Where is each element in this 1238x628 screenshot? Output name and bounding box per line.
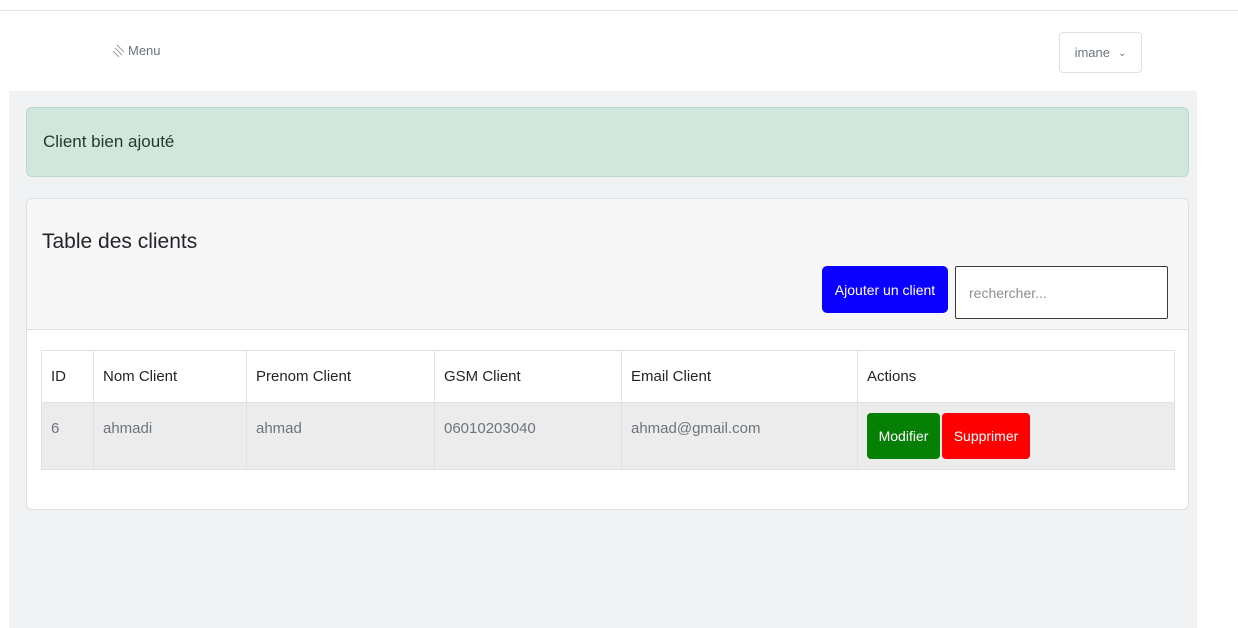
table-row: 6 ahmadi ahmad 06010203040 ahmad@gmail.c… [41,402,1175,470]
column-header-actions: Actions [857,350,1175,403]
cell-prenom: ahmad [246,402,435,470]
clients-table: ID Nom Client Prenom Client GSM Client E… [41,350,1175,470]
user-dropdown[interactable]: imane ⌄ [1059,32,1142,73]
user-name: imane [1074,45,1111,60]
clients-card: Table des clients Ajouter un client ID N… [26,198,1189,510]
alert-message: Client bien ajouté [43,132,175,151]
cell-gsm: 06010203040 [434,402,622,470]
menu-label: Menu [128,43,161,58]
search-input[interactable] [955,266,1168,319]
cell-id: 6 [41,402,94,470]
cell-actions: Modifier Supprimer [857,402,1175,470]
menu-toggle-button[interactable]: Menu [112,43,161,58]
card-header: Table des clients Ajouter un client [27,199,1188,330]
menu-lines-icon [112,44,126,58]
column-header-email: Email Client [621,350,858,403]
add-client-button[interactable]: Ajouter un client [822,266,948,313]
card-title: Table des clients [42,230,198,253]
table-header-row: ID Nom Client Prenom Client GSM Client E… [41,350,1175,403]
main-content: Client bien ajouté Table des clients Ajo… [9,91,1197,628]
delete-client-button[interactable]: Supprimer [942,413,1030,459]
column-header-nom: Nom Client [93,350,247,403]
column-header-prenom: Prenom Client [246,350,435,403]
navbar: Menu imane ⌄ [0,11,1238,91]
success-alert: Client bien ajouté [26,107,1189,177]
column-header-id: ID [41,350,94,403]
cell-email: ahmad@gmail.com [621,402,858,470]
column-header-gsm: GSM Client [434,350,622,403]
cell-nom: ahmadi [93,402,247,470]
edit-client-button[interactable]: Modifier [867,413,940,459]
chevron-down-icon: ⌄ [1118,48,1127,59]
